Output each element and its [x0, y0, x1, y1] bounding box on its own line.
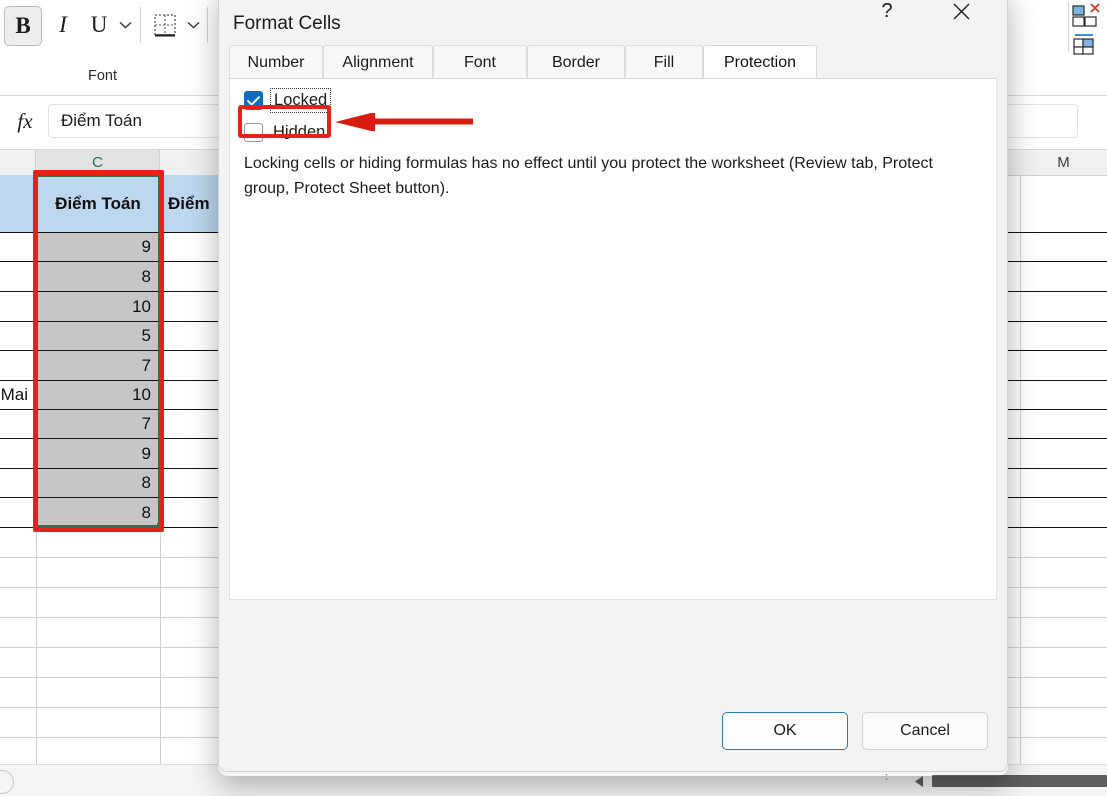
- borders-icon[interactable]: [148, 8, 182, 42]
- cell-c-header[interactable]: Điểm Toán: [36, 175, 160, 232]
- selection-fill-handle[interactable]: [157, 523, 164, 530]
- ok-button[interactable]: OK: [722, 712, 848, 750]
- ribbon-separator-3: [1068, 2, 1069, 52]
- horizontal-scrollbar[interactable]: [932, 775, 1107, 787]
- cell-c10[interactable]: 8: [36, 498, 160, 527]
- insert-cells-icon[interactable]: [1071, 2, 1105, 35]
- tab-alignment[interactable]: Alignment: [323, 45, 433, 79]
- cell-c3[interactable]: 10: [36, 292, 160, 321]
- format-cells-dialog: Format Cells ? Number Alignment Font Bor…: [218, 0, 1008, 772]
- cell-c9[interactable]: 8: [36, 469, 160, 497]
- row-header-cell: [0, 175, 36, 232]
- screen: B I U Font fx Điểm Toán C M Điểm Toán Đi…: [0, 0, 1107, 796]
- locked-label[interactable]: Locked: [269, 88, 332, 113]
- hidden-label[interactable]: Hidden: [273, 123, 325, 142]
- locked-accel: L: [274, 91, 284, 109]
- protection-panel: Locked Hidden Locking cells or hiding fo…: [229, 79, 997, 600]
- borders-chevron-down-icon[interactable]: [182, 8, 204, 42]
- scroll-left-icon[interactable]: [910, 773, 928, 789]
- dialog-title: Format Cells: [233, 13, 341, 34]
- tab-number[interactable]: Number: [229, 45, 323, 79]
- dialog-tabs: Number Alignment Font Border Fill Protec…: [219, 45, 1007, 80]
- hidden-checkbox-row[interactable]: Hidden: [244, 123, 325, 142]
- cell-c2[interactable]: 8: [36, 262, 160, 291]
- column-header-blank: [0, 150, 36, 175]
- protection-description: Locking cells or hiding formulas has no …: [244, 155, 933, 197]
- dialog-footer: OK Cancel: [219, 607, 1007, 771]
- hidden-rest: dden: [288, 123, 326, 141]
- help-icon[interactable]: ?: [863, 0, 911, 35]
- ribbon-separator: [140, 7, 141, 43]
- underline-chevron-down-icon[interactable]: [114, 8, 136, 42]
- cell-c1[interactable]: 9: [36, 233, 160, 261]
- gridline-vertical: [1020, 175, 1021, 764]
- tab-protection[interactable]: Protection: [703, 45, 817, 80]
- cell-c6[interactable]: 10: [36, 381, 160, 409]
- locked-checkbox-row[interactable]: Locked: [244, 88, 332, 113]
- italic-icon[interactable]: I: [46, 6, 80, 44]
- hidden-prefix: H: [273, 123, 285, 141]
- underline-icon[interactable]: U: [82, 6, 116, 44]
- hidden-checkbox[interactable]: [244, 123, 263, 142]
- bold-icon[interactable]: B: [4, 6, 42, 46]
- locked-rest: ocked: [283, 91, 328, 109]
- delete-cells-icon[interactable]: [1071, 32, 1105, 63]
- cell-c5[interactable]: 7: [36, 351, 160, 380]
- insert-function-icon[interactable]: fx: [8, 104, 42, 138]
- gridline-vertical: [160, 175, 161, 764]
- column-header-c[interactable]: C: [36, 150, 160, 175]
- tab-fill[interactable]: Fill: [625, 45, 703, 79]
- close-icon[interactable]: [937, 0, 985, 35]
- tab-font[interactable]: Font: [433, 45, 527, 79]
- cell-c4[interactable]: 5: [36, 322, 160, 350]
- dialog-title-bar[interactable]: Format Cells ?: [219, 0, 1007, 49]
- ribbon-group-label: Font: [87, 68, 117, 84]
- tab-border[interactable]: Border: [527, 45, 625, 79]
- cell-c8[interactable]: 9: [36, 439, 160, 468]
- column-header-m[interactable]: M: [1020, 150, 1107, 175]
- cell-c7[interactable]: 7: [36, 410, 160, 438]
- ribbon-separator-2: [207, 7, 208, 43]
- cell-b6-name[interactable]: Mai: [0, 381, 34, 409]
- locked-checkbox[interactable]: [244, 91, 263, 110]
- cancel-button[interactable]: Cancel: [862, 712, 988, 750]
- grip-dots-icon[interactable]: ⋮: [880, 768, 894, 781]
